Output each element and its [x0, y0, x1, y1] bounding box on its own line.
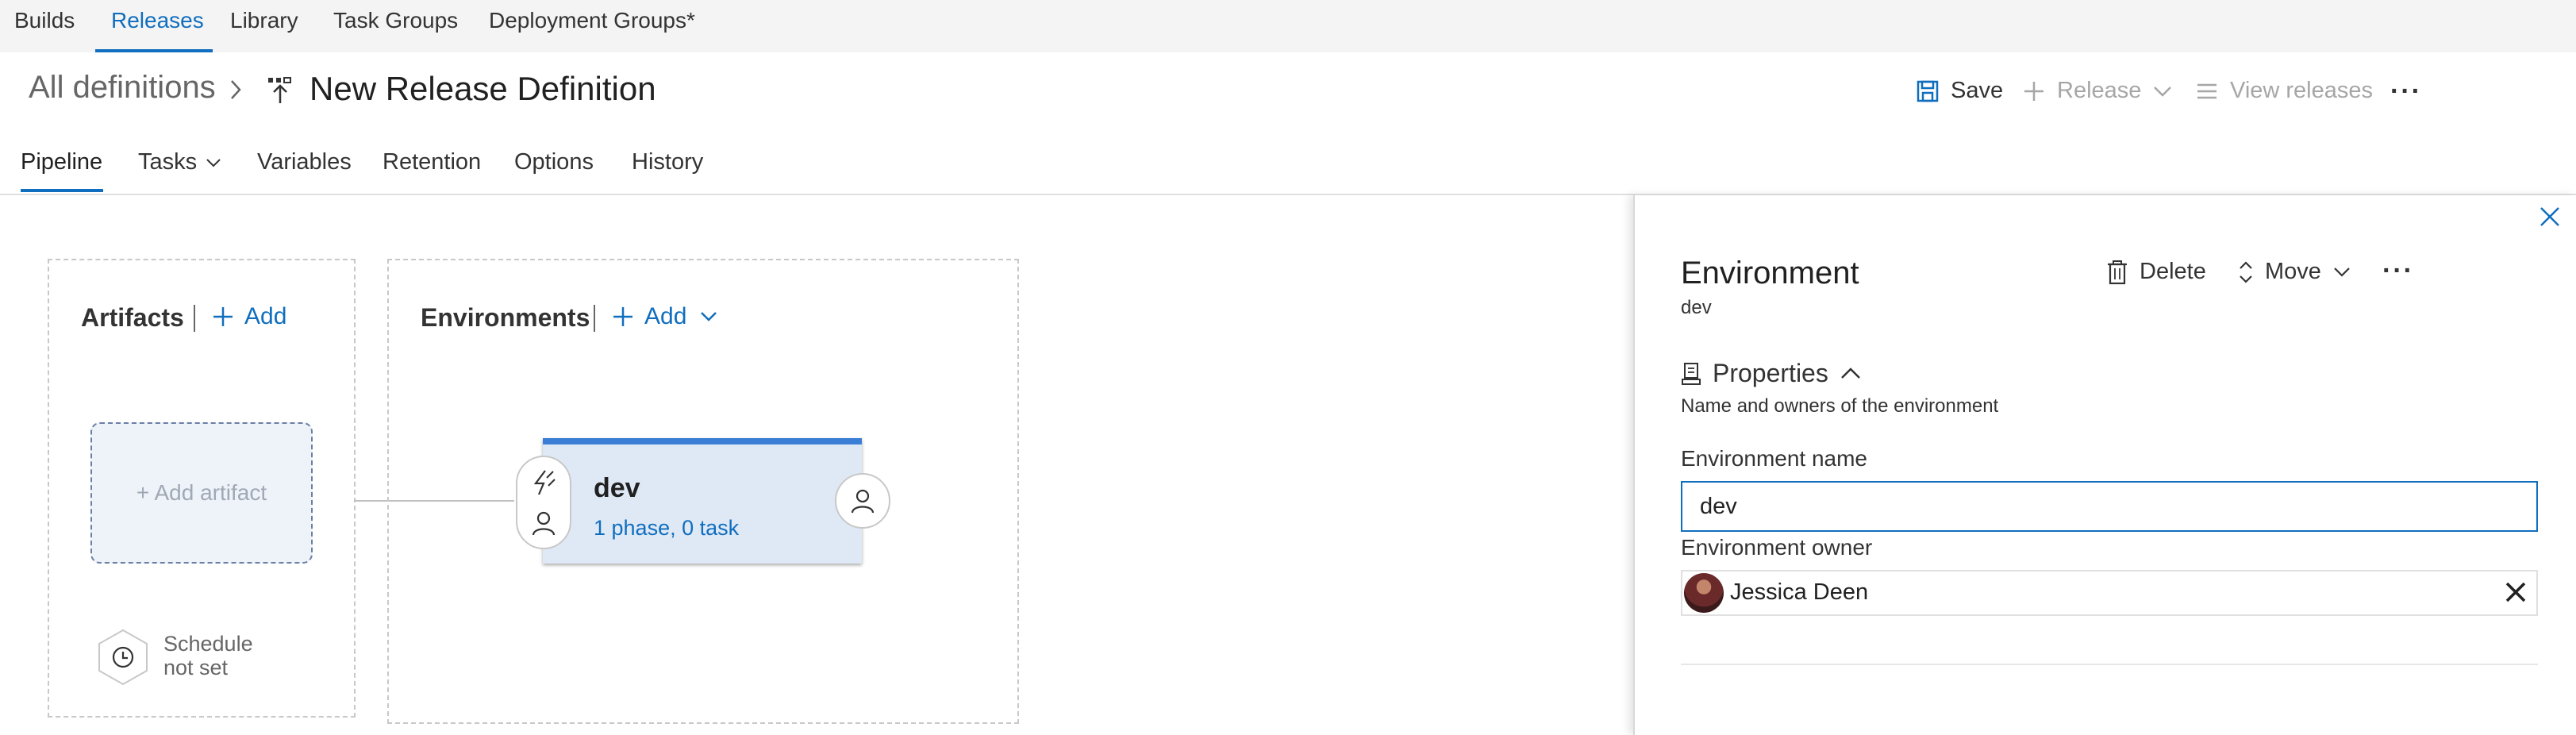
schedule-line-1: Schedule [163, 632, 253, 656]
release-definition-icon [268, 77, 291, 103]
nav-releases[interactable]: Releases [111, 8, 204, 33]
environment-name-label: Environment name [1681, 446, 1868, 471]
nav-library[interactable]: Library [230, 8, 298, 33]
tab-retention[interactable]: Retention [383, 149, 481, 175]
divider [594, 305, 595, 332]
add-artifact-text: + Add artifact [136, 480, 267, 505]
panel-more-button[interactable]: ··· [2382, 256, 2414, 287]
properties-heading: Properties [1713, 359, 1828, 387]
properties-section-toggle[interactable]: Properties [1681, 359, 1862, 388]
owner-name: Jessica Deen [1730, 579, 1869, 605]
header-more-button[interactable]: ··· [2390, 76, 2422, 107]
chevron-down-icon [2334, 267, 2350, 277]
remove-owner-icon[interactable] [2503, 579, 2528, 605]
chevron-up-icon [1840, 367, 1860, 379]
nav-builds[interactable]: Builds [14, 8, 75, 33]
move-label: Move [2265, 259, 2321, 284]
artifacts-heading: Artifacts [81, 303, 184, 332]
panel-subtitle: dev [1681, 297, 1712, 318]
breadcrumb-all-definitions[interactable]: All definitions [29, 70, 216, 106]
person-icon [851, 489, 875, 514]
pre-deployment-conditions[interactable] [516, 456, 571, 549]
chevron-down-icon [701, 312, 717, 321]
trigger-lightning-icon [533, 470, 556, 495]
tab-tasks[interactable]: Tasks [138, 149, 222, 175]
delete-label: Delete [2140, 259, 2206, 284]
list-icon [2197, 83, 2217, 98]
post-deployment-approvals[interactable] [835, 473, 890, 529]
nav-active-indicator [95, 49, 213, 52]
trash-icon [2108, 260, 2127, 284]
tab-options[interactable]: Options [514, 149, 594, 175]
close-icon[interactable] [2538, 205, 2562, 229]
save-icon [1917, 80, 1939, 102]
tab-history[interactable]: History [632, 149, 703, 175]
delete-button[interactable]: Delete [2106, 259, 2206, 285]
plus-icon [613, 307, 632, 326]
nav-deployment-groups[interactable]: Deployment Groups* [489, 8, 695, 33]
add-artifact-label: Add [244, 303, 287, 329]
environment-card-name: dev [594, 473, 640, 503]
save-button[interactable]: Save [1916, 78, 2003, 104]
add-environment-button[interactable]: Add [611, 303, 718, 330]
schedule-status: Schedule not set [163, 632, 253, 679]
view-releases-label: View releases [2230, 78, 2374, 103]
move-updown-icon [2240, 260, 2252, 283]
add-artifact-placeholder[interactable]: + Add artifact [90, 422, 313, 564]
properties-description: Name and owners of the environment [1681, 395, 1999, 417]
avatar [1684, 573, 1724, 613]
tab-pipeline[interactable]: Pipeline [21, 149, 102, 175]
panel-title: Environment [1681, 256, 1859, 291]
tab-tasks-label: Tasks [138, 149, 198, 175]
move-button[interactable]: Move [2238, 259, 2351, 285]
release-button[interactable]: Release [2022, 78, 2173, 104]
environments-heading: Environments [421, 303, 590, 332]
environment-owner-label: Environment owner [1681, 535, 1873, 560]
add-artifact-button[interactable]: Add [211, 303, 286, 330]
plus-icon [2024, 81, 2043, 101]
tab-variables[interactable]: Variables [257, 149, 352, 175]
top-nav: Builds Releases Library Task Groups Depl… [0, 0, 2576, 52]
nav-task-groups[interactable]: Task Groups [333, 8, 458, 33]
environment-name-input[interactable] [1681, 481, 2538, 532]
release-label: Release [2057, 78, 2142, 103]
chevron-down-icon [2154, 86, 2172, 97]
schedule-line-2: not set [163, 656, 229, 679]
panel-divider [1681, 664, 2538, 665]
chevron-right-icon [231, 80, 241, 99]
view-releases-button[interactable]: View releases [2195, 78, 2373, 104]
save-label: Save [1951, 78, 2004, 103]
properties-icon [1682, 362, 1701, 385]
add-environment-label: Add [644, 303, 687, 329]
chevron-down-icon [206, 159, 221, 167]
divider [194, 305, 195, 332]
environment-card-dev[interactable]: dev 1 phase, 0 task [543, 438, 862, 564]
tab-active-indicator [21, 189, 103, 192]
plus-icon [213, 307, 233, 326]
schedule-clock-icon[interactable] [97, 629, 149, 686]
person-icon [532, 511, 556, 536]
environment-card-summary[interactable]: 1 phase, 0 task [594, 516, 739, 541]
page-title: New Release Definition [310, 70, 656, 107]
